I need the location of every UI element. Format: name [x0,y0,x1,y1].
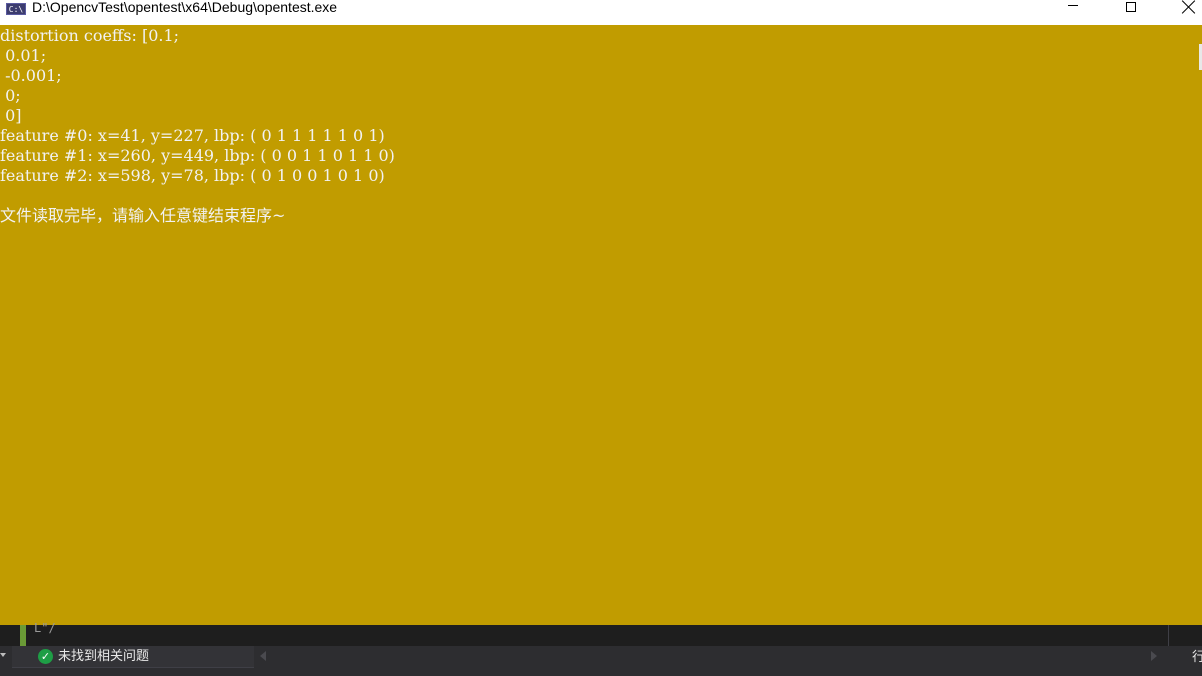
console-line: 文件读取完毕，请输入任意键结束程序~ [0,206,286,225]
console-line: distortion coeffs: [0.1; [0,26,180,45]
scroll-right-icon[interactable] [1151,651,1157,661]
ide-editor-strip [0,625,1202,646]
console-scrollbar[interactable] [1196,25,1202,625]
issues-status-text[interactable]: 未找到相关问题 [58,648,149,665]
console-line: 0.01; [0,46,47,65]
console-line: feature #1: x=260, y=449, lbp: ( 0 0 1 1… [0,146,395,165]
console-line: feature #0: x=41, y=227, lbp: ( 0 1 1 1 … [0,126,385,145]
change-marker [20,625,26,646]
code-fragment: L"/ [34,621,56,635]
row-indicator: 行 [1192,650,1202,665]
console-line: -0.001; [0,66,62,85]
horizontal-scrollbar[interactable] [274,648,1144,664]
console-line: 0] [0,106,22,125]
maximize-button[interactable] [1102,0,1160,25]
minimize-icon [1068,5,1078,6]
close-button[interactable] [1160,0,1202,25]
title-bar[interactable]: C:\ D:\OpencvTest\opentest\x64\Debug\ope… [0,0,1202,25]
check-circle-icon: ✓ [38,649,53,664]
console-app-icon: C:\ [6,3,26,15]
scroll-left-icon[interactable] [260,651,266,661]
console-line: feature #2: x=598, y=78, lbp: ( 0 1 0 0 … [0,166,385,185]
window-title: D:\OpencvTest\opentest\x64\Debug\opentes… [32,0,338,15]
editor-divider [1168,625,1169,646]
minimize-button[interactable] [1044,0,1102,25]
console-line: 0; [0,86,21,105]
caret-down-icon[interactable] [0,653,6,657]
maximize-icon [1126,1,1136,12]
close-icon [1182,0,1196,14]
console-output[interactable]: distortion coeffs: [0.1; 0.01; -0.001; 0… [0,26,1196,624]
